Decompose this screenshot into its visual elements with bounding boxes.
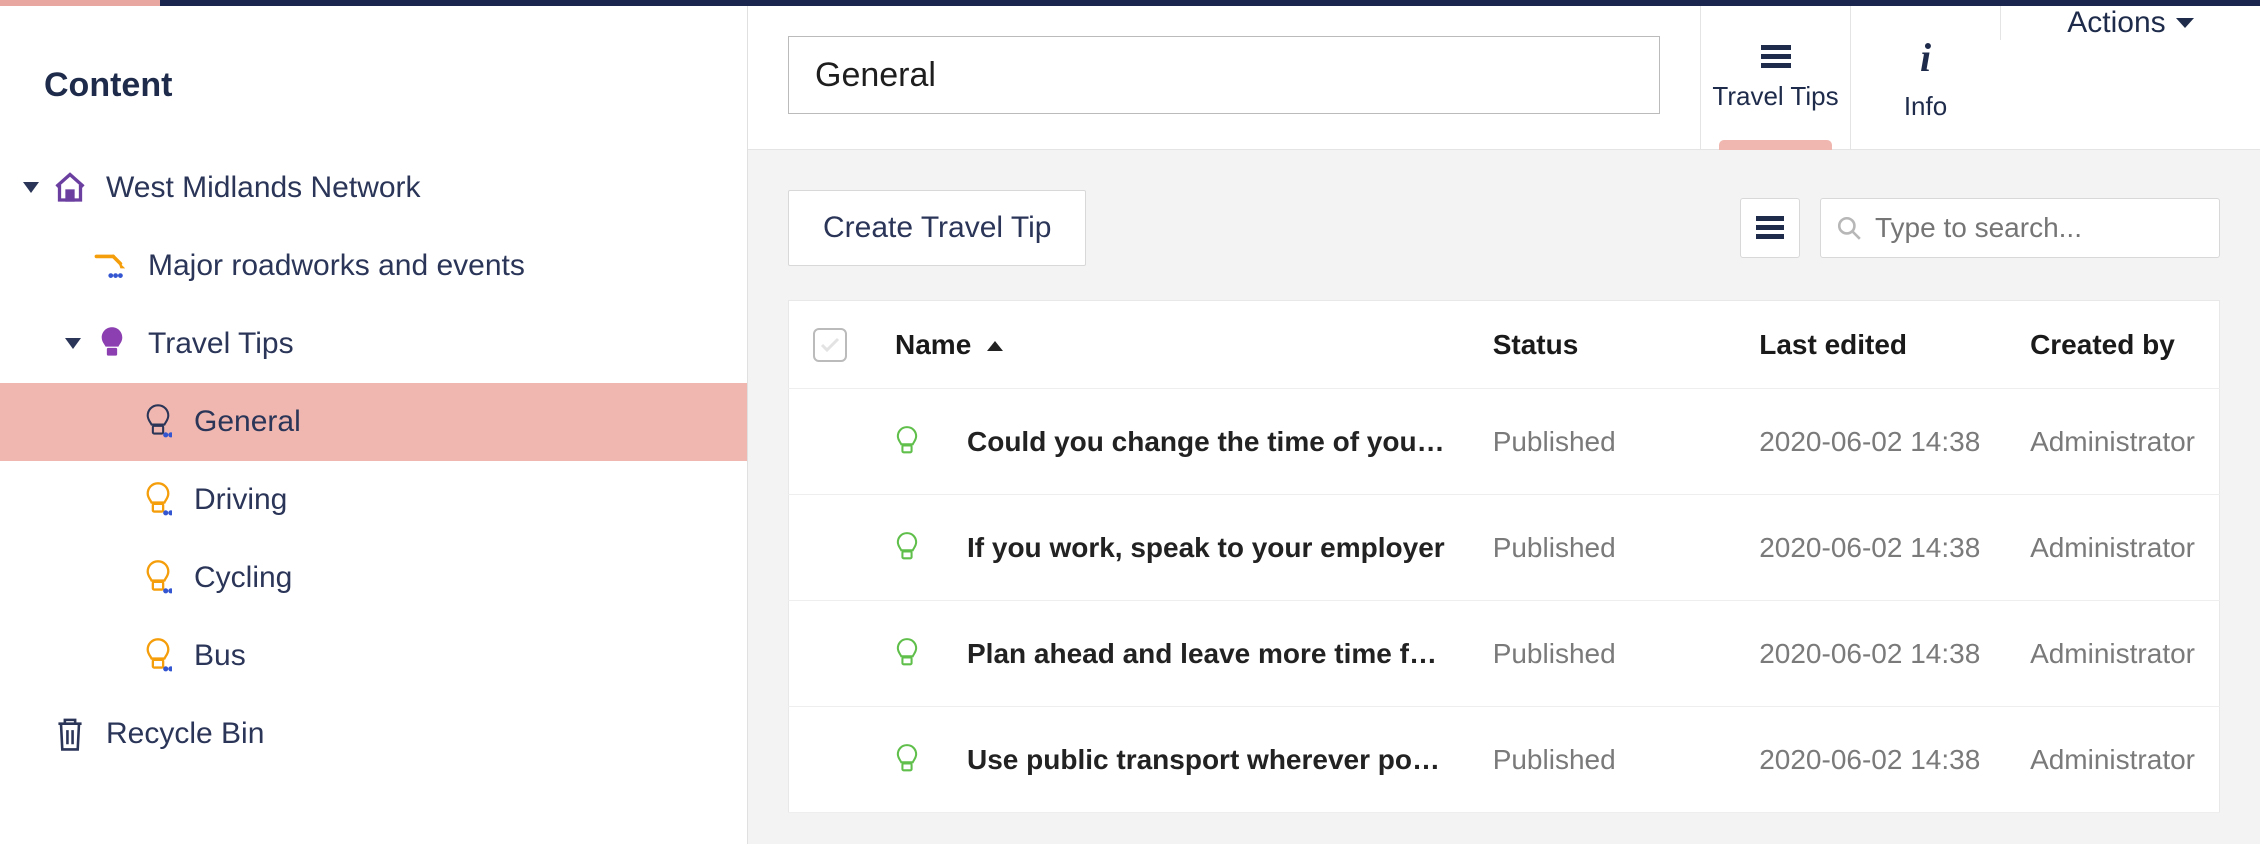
- item-last-edited: 2020-06-02 14:38: [1735, 707, 2006, 813]
- page-title-input[interactable]: [788, 36, 1660, 114]
- table-row[interactable]: If you work, speak to your employer Publi…: [789, 495, 2220, 601]
- tree-label: West Midlands Network: [98, 171, 421, 205]
- item-last-edited: 2020-06-02 14:38: [1735, 601, 2006, 707]
- actions-label: Actions: [2067, 6, 2165, 40]
- item-status: Published: [1469, 389, 1736, 495]
- bulb-icon: [130, 638, 186, 674]
- bulb-icon: [130, 482, 186, 518]
- tree-node-recycle[interactable]: Recycle Bin: [0, 695, 747, 773]
- search-input[interactable]: [1820, 198, 2220, 258]
- item-status: Published: [1469, 495, 1736, 601]
- item-created-by: Administrator: [2006, 707, 2219, 813]
- column-created-by[interactable]: Created by: [2006, 301, 2219, 389]
- tree-label: Recycle Bin: [98, 717, 264, 751]
- main: Travel Tips i Info Actions Create Travel…: [748, 6, 2260, 844]
- tree-node-general[interactable]: General: [0, 383, 747, 461]
- bulb-icon: [130, 560, 186, 596]
- bulb-icon: [895, 532, 919, 564]
- content-tree: West Midlands Network Major roadworks an…: [0, 149, 747, 773]
- caret-down-icon[interactable]: [20, 182, 42, 194]
- item-status: Published: [1469, 601, 1736, 707]
- tab-label: Travel Tips: [1712, 81, 1838, 112]
- item-created-by: Administrator: [2006, 389, 2219, 495]
- bulb-icon: [895, 744, 919, 776]
- column-last-edited[interactable]: Last edited: [1735, 301, 2006, 389]
- home-icon: [42, 170, 98, 206]
- tree-label: Cycling: [186, 561, 292, 595]
- trash-icon: [42, 716, 98, 752]
- select-all-checkbox[interactable]: [813, 328, 847, 362]
- search-icon: [1836, 215, 1862, 241]
- tree-node-driving[interactable]: Driving: [0, 461, 747, 539]
- tab-info[interactable]: i Info: [1850, 6, 2000, 149]
- table-row[interactable]: Plan ahead and leave more time f… Publish…: [789, 601, 2220, 707]
- tree-label: Bus: [186, 639, 246, 673]
- tab-travel-tips[interactable]: Travel Tips: [1700, 6, 1850, 149]
- tree-node-root[interactable]: West Midlands Network: [0, 149, 747, 227]
- actions-button[interactable]: Actions: [2000, 6, 2260, 40]
- item-name: Use public transport wherever po…: [967, 744, 1440, 776]
- item-name: Plan ahead and leave more time f…: [967, 638, 1437, 670]
- items-table: Name Status Last edited Created by Could…: [788, 300, 2220, 813]
- column-name[interactable]: Name: [871, 301, 1469, 389]
- column-status[interactable]: Status: [1469, 301, 1736, 389]
- table-row[interactable]: Use public transport wherever po… Publish…: [789, 707, 2220, 813]
- list-icon: [1756, 216, 1784, 240]
- bulb-icon: [130, 404, 186, 440]
- sidebar-title: Content: [0, 6, 747, 149]
- list-area: Create Travel Tip: [748, 150, 2260, 844]
- bulb-icon: [895, 638, 919, 670]
- layout-toggle-button[interactable]: [1740, 198, 1800, 258]
- item-created-by: Administrator: [2006, 495, 2219, 601]
- item-name: If you work, speak to your employer: [967, 532, 1445, 564]
- item-last-edited: 2020-06-02 14:38: [1735, 495, 2006, 601]
- caret-down-icon[interactable]: [62, 338, 84, 350]
- topbar: Travel Tips i Info Actions: [748, 6, 2260, 150]
- chevron-down-icon: [2176, 18, 2194, 28]
- list-icon: [1759, 43, 1793, 71]
- roadworks-icon: [84, 251, 140, 281]
- info-icon: i: [1920, 34, 1931, 81]
- tree-node-roadworks[interactable]: Major roadworks and events: [0, 227, 747, 305]
- item-created-by: Administrator: [2006, 601, 2219, 707]
- tree-node-traveltips[interactable]: Travel Tips: [0, 305, 747, 383]
- tree-node-cycling[interactable]: Cycling: [0, 539, 747, 617]
- item-name: Could you change the time of you…: [967, 426, 1445, 458]
- bulb-icon: [895, 426, 919, 458]
- tree-label: General: [186, 405, 301, 439]
- sidebar: Content West Midlands Network Major road…: [0, 6, 748, 844]
- tab-label: Info: [1904, 91, 1947, 122]
- create-travel-tip-button[interactable]: Create Travel Tip: [788, 190, 1086, 266]
- tree-label: Travel Tips: [140, 327, 294, 361]
- tree-label: Driving: [186, 483, 287, 517]
- sort-asc-icon: [987, 341, 1003, 351]
- tree-label: Major roadworks and events: [140, 249, 525, 283]
- tree-node-bus[interactable]: Bus: [0, 617, 747, 695]
- item-last-edited: 2020-06-02 14:38: [1735, 389, 2006, 495]
- bulb-icon: [84, 326, 140, 362]
- item-status: Published: [1469, 707, 1736, 813]
- table-row[interactable]: Could you change the time of you… Publish…: [789, 389, 2220, 495]
